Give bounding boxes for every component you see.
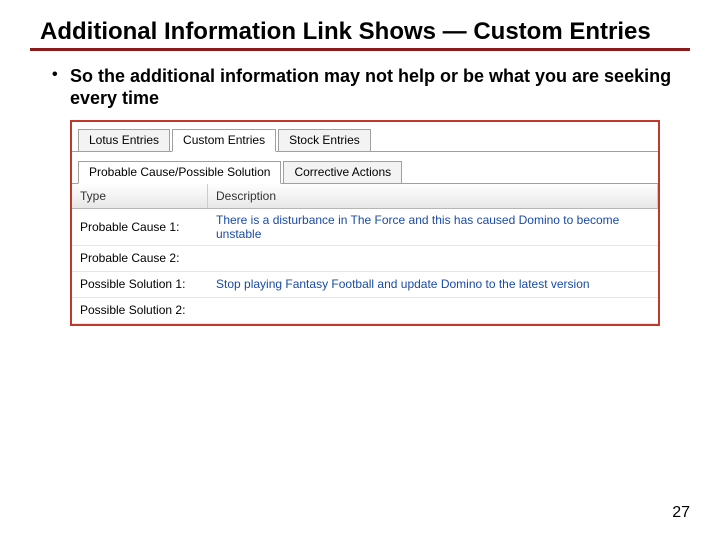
table-row: Possible Solution 2: <box>72 298 658 324</box>
tab-lotus-entries[interactable]: Lotus Entries <box>78 129 170 151</box>
slide-title: Additional Information Link Shows — Cust… <box>40 18 690 46</box>
cell-type: Probable Cause 2: <box>72 247 208 269</box>
col-description: Description <box>208 184 658 208</box>
cell-type: Probable Cause 1: <box>72 216 208 238</box>
tab-custom-entries[interactable]: Custom Entries <box>172 129 276 152</box>
cell-type: Possible Solution 2: <box>72 299 208 321</box>
tab-stock-entries[interactable]: Stock Entries <box>278 129 371 151</box>
table-row: Possible Solution 1: Stop playing Fantas… <box>72 272 658 298</box>
sub-tab-row: Probable Cause/Possible Solution Correct… <box>72 152 658 184</box>
table-header: Type Description <box>72 184 658 209</box>
table-row: Probable Cause 1: There is a disturbance… <box>72 209 658 246</box>
bullet-1: So the additional information may not he… <box>52 65 690 110</box>
cell-desc <box>208 306 658 314</box>
cell-desc <box>208 254 658 262</box>
screenshot-frame: Lotus Entries Custom Entries Stock Entri… <box>70 120 660 326</box>
cell-desc: Stop playing Fantasy Football and update… <box>208 273 658 295</box>
tab-corrective-actions[interactable]: Corrective Actions <box>283 161 402 183</box>
top-tab-row: Lotus Entries Custom Entries Stock Entri… <box>72 122 658 152</box>
cell-type: Possible Solution 1: <box>72 273 208 295</box>
col-type: Type <box>72 184 208 208</box>
tab-probable-cause[interactable]: Probable Cause/Possible Solution <box>78 161 281 184</box>
table-row: Probable Cause 2: <box>72 246 658 272</box>
cell-desc: There is a disturbance in The Force and … <box>208 209 658 245</box>
title-rule <box>30 48 690 51</box>
page-number: 27 <box>672 504 690 522</box>
